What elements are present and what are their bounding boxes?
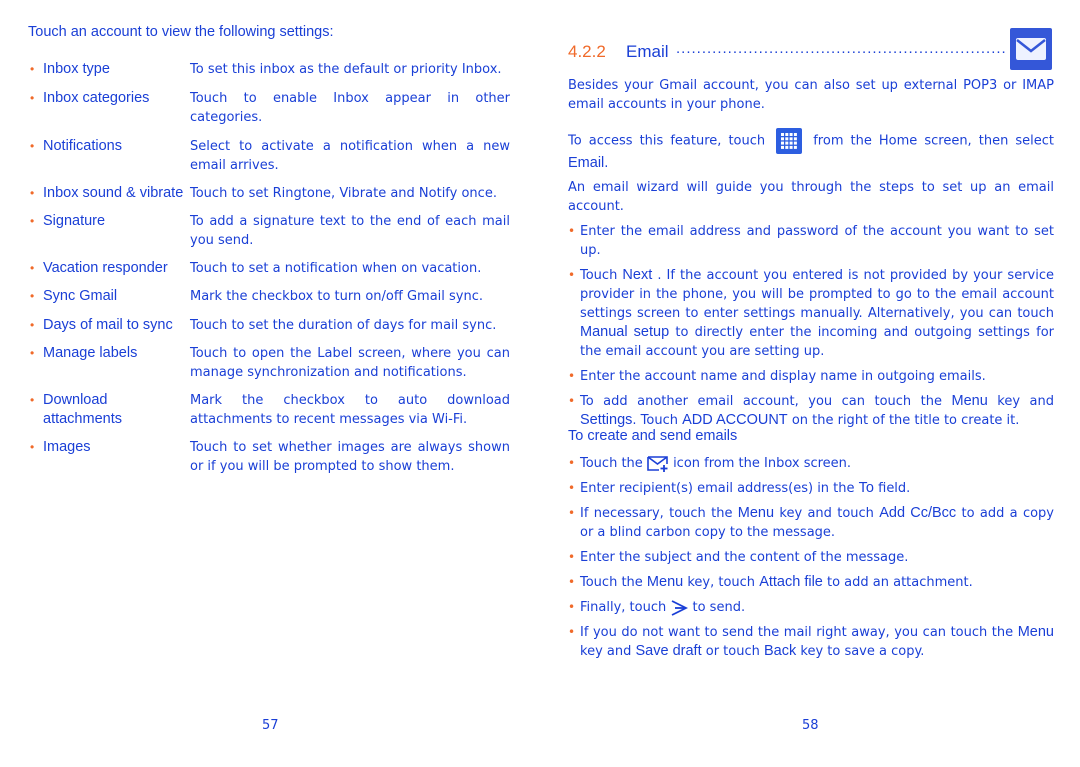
setting-desc: Touch to open the Label screen, where yo… <box>190 346 510 380</box>
send-icon <box>671 599 689 616</box>
list-item: • Enter recipient(s) email address(es) in… <box>568 480 911 496</box>
list-item: • Enter the email address and password of… <box>568 224 1054 258</box>
setting-term: Notifications <box>43 138 122 154</box>
bullet: • <box>30 318 35 332</box>
setup-steps-list: • Enter the email address and password of… <box>568 222 1054 436</box>
compose-mail-icon <box>647 455 668 472</box>
ui-label-attach-file: Attach file <box>759 574 823 590</box>
list-item: • Finally, touch to send. <box>568 599 746 616</box>
setting-row: • Days of mail to sync Touch to set the d… <box>28 316 510 335</box>
list-item: • Enter the subject and the content of th… <box>568 550 909 565</box>
section-number: 4.2.2 <box>568 42 606 61</box>
list-item: • If necessary, touch the Menu key and to… <box>568 505 1055 540</box>
setting-desc: Mark the checkbox to turn on/off Gmail s… <box>190 289 484 304</box>
apps-grid-icon <box>776 128 803 154</box>
bullet: • <box>30 62 35 76</box>
ui-label-back: Back <box>763 643 797 659</box>
setting-term: Vacation responder <box>43 260 168 276</box>
email-app-icon <box>1010 28 1052 70</box>
setting-desc: Touch to set a notification when on vaca… <box>190 261 482 276</box>
setting-desc: Select to activate a notification when a… <box>190 139 510 173</box>
setting-desc: To set this inbox as the default or prio… <box>190 62 502 77</box>
setting-term: Manage labels <box>43 345 138 361</box>
ui-label-add-cc-bcc: Add Cc/Bcc <box>879 505 957 521</box>
section-title: Email <box>626 42 669 61</box>
page-number-left: 57 <box>262 718 279 733</box>
setting-desc: To add a signature text to the end of ea… <box>190 214 510 248</box>
send-steps-list: • Touch the icon from the Inbox screen. •… <box>568 454 1054 667</box>
setting-term: Download attachments <box>43 392 122 427</box>
setting-row: • Inbox categories Touch to enable Inbox … <box>28 89 510 127</box>
list-item: • If you do not want to send the mail rig… <box>568 624 1054 659</box>
list-item: • Enter the account name and display name… <box>568 369 986 384</box>
bullet: • <box>30 440 35 454</box>
ui-label-menu: Menu <box>737 505 775 521</box>
ui-label-menu: Menu <box>646 574 684 590</box>
setting-row: • Images Touch to set whether images are … <box>28 438 510 476</box>
setting-row: • Notifications Select to activate a noti… <box>28 137 510 175</box>
setting-term: Inbox type <box>43 61 110 77</box>
setting-row: • Manage labels Touch to open the Label s… <box>28 344 510 382</box>
list-item: • To add another email account, you can t… <box>568 393 1054 428</box>
ui-label-add-account: ADD ACCOUNT <box>682 412 788 428</box>
setting-row: • Signature To add a signature text to th… <box>28 212 510 250</box>
bullet: • <box>30 346 35 360</box>
setting-term: Sync Gmail <box>43 288 118 304</box>
bullet: • <box>30 393 35 407</box>
bullet: • <box>30 139 35 153</box>
setting-desc: Mark the checkbox to auto download attac… <box>190 393 510 427</box>
setting-term: Days of mail to sync <box>43 317 173 333</box>
bullet: • <box>30 186 35 200</box>
paragraph-intro: Besides your Gmail account, you can also… <box>568 78 1054 112</box>
section-heading: 4.2.2 Email ............................… <box>568 28 1054 72</box>
setting-desc: Touch to set whether images are always s… <box>190 440 510 474</box>
list-item: • Touch the Menu key, touch Attach file t… <box>568 574 973 590</box>
settings-intro: Touch an account to view the following s… <box>28 24 334 40</box>
setting-row: • Inbox sound & vibrate Touch to set Ring… <box>28 184 510 203</box>
setting-row: • Sync Gmail Mark the checkbox to turn on… <box>28 287 510 306</box>
list-item: • Touch the icon from the Inbox screen. <box>568 455 852 472</box>
subheading-create-send: To create and send emails <box>568 428 738 444</box>
setting-term: Images <box>43 439 91 455</box>
setting-row: • Inbox type To set this inbox as the def… <box>28 60 510 79</box>
bullet: • <box>30 289 35 303</box>
list-item: • Touch Next . If the account you entered… <box>568 267 1054 359</box>
ui-label-to: To <box>858 480 874 496</box>
bullet: • <box>30 214 35 228</box>
page-number-right: 58 <box>802 718 819 733</box>
settings-list: • Inbox type To set this inbox as the def… <box>28 60 510 485</box>
setting-desc: Touch to set Ringtone, Vibrate and Notif… <box>190 186 497 201</box>
setting-row: • Vacation responder Touch to set a notif… <box>28 259 510 278</box>
setting-term: Signature <box>43 213 106 229</box>
ui-label-menu: Menu <box>951 393 988 409</box>
setting-term: Inbox categories <box>43 90 150 106</box>
envelope-icon <box>1016 38 1046 60</box>
bullet: • <box>30 261 35 275</box>
ui-label-next: Next <box>622 267 653 283</box>
ui-label-email: Email <box>568 155 605 171</box>
setting-term: Inbox sound & vibrate <box>43 185 184 201</box>
ui-label-manual-setup: Manual setup <box>580 324 670 340</box>
setting-desc: Touch to enable Inbox appear in other ca… <box>190 91 510 125</box>
setting-row: • Download attachments Mark the checkbox … <box>28 391 510 429</box>
setting-desc: Touch to set the duration of days for ma… <box>190 318 497 333</box>
ui-label-menu: Menu <box>1017 624 1054 640</box>
paragraph-wizard: An email wizard will guide you through t… <box>568 180 1054 214</box>
ui-label-settings: Settings <box>580 412 633 428</box>
ui-label-save-draft: Save draft <box>635 643 702 659</box>
leader-dots: ........................................… <box>676 40 1006 57</box>
bullet: • <box>30 91 35 105</box>
paragraph-access: To access this feature, touch from the H… <box>568 128 1054 173</box>
